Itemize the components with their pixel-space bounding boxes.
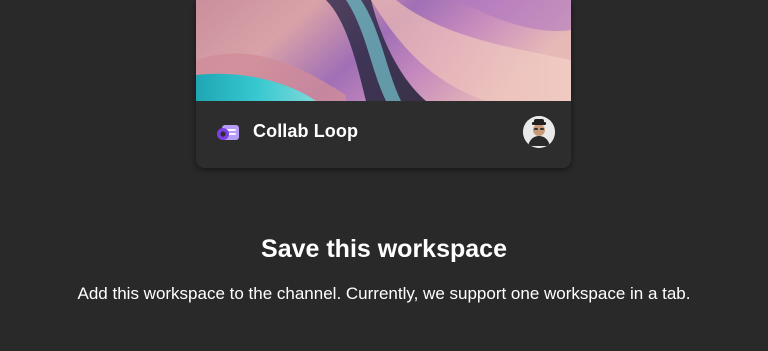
workspace-title: Collab Loop xyxy=(253,121,359,141)
user-avatar[interactable] xyxy=(523,116,555,148)
workspace-cover-image xyxy=(196,0,571,101)
dialog-description: Add this workspace to the channel. Curre… xyxy=(77,284,691,303)
workspace-card-footer: Collab Loop xyxy=(196,101,571,168)
save-workspace-view: Collab Loop Save this workspace Add this… xyxy=(0,0,768,351)
workspace-card[interactable]: Collab Loop xyxy=(196,0,571,168)
loop-app-icon xyxy=(217,125,239,140)
dialog-heading: Save this workspace xyxy=(261,235,507,263)
